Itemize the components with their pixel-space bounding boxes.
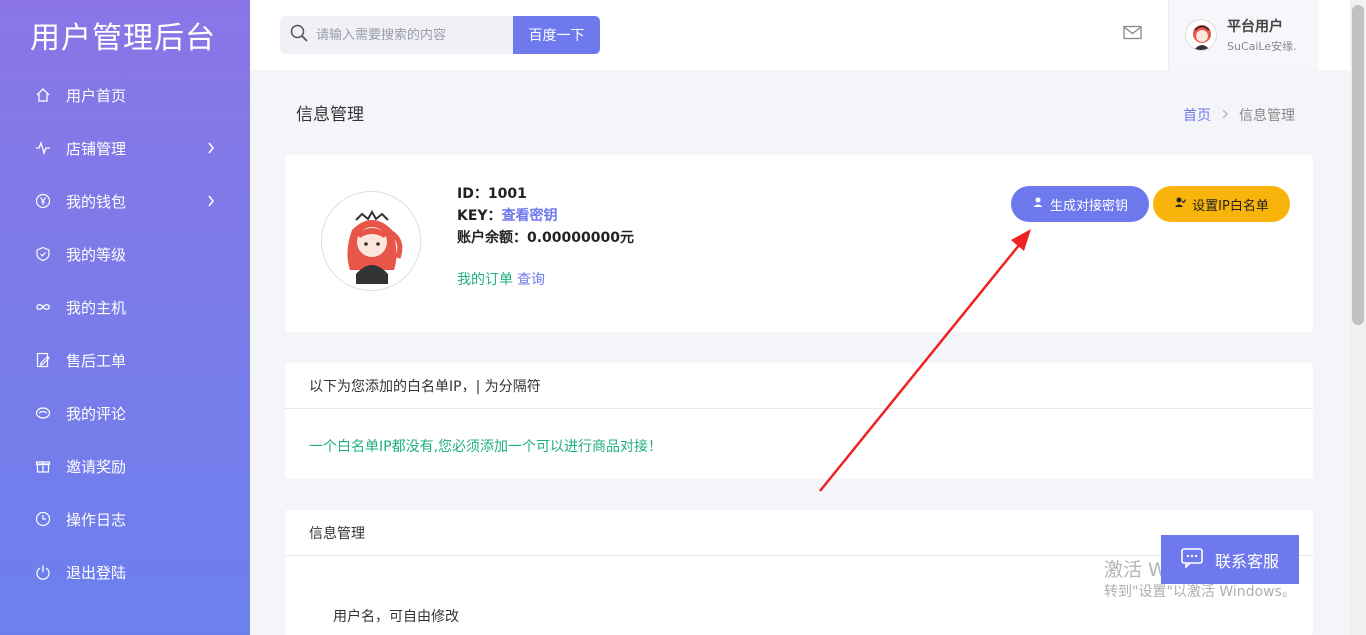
mail-icon[interactable] [1123, 25, 1143, 41]
sidebar-item-home[interactable]: 用户首页 [0, 75, 250, 115]
pulse-icon [34, 139, 52, 157]
infinity-icon [34, 298, 52, 316]
contact-support-label: 联系客服 [1214, 551, 1279, 571]
user-name: 平台用户 [1227, 19, 1283, 35]
sidebar-item-logout[interactable]: 退出登陆 [0, 552, 250, 592]
search-input[interactable] [316, 27, 496, 43]
edit-doc-icon [34, 351, 52, 369]
sidebar-item-label: 我的评论 [66, 404, 127, 423]
yen-icon [34, 192, 52, 210]
sidebar-item-label: 售后工单 [66, 351, 127, 370]
my-orders-link[interactable]: 我的订单 [457, 272, 513, 288]
scrollbar[interactable] [1350, 0, 1366, 635]
sidebar-item-level[interactable]: 我的等级 [0, 234, 250, 274]
whitelist-empty-notice: 一个白名单IP都没有,您必须添加一个可以进行商品对接！ [309, 439, 663, 455]
search-bar: 百度一下 [280, 16, 600, 54]
generate-key-label: 生成对接密钥 [1049, 198, 1128, 214]
set-ip-whitelist-button[interactable]: 设置IP白名单 [1153, 186, 1290, 222]
top-header: 百度一下 平台用户 SuCaiLe安缘. [250, 0, 1350, 70]
chevron-right-icon [205, 195, 217, 207]
page-title: 信息管理 [296, 105, 364, 125]
view-key-link[interactable]: 查看密钥 [502, 208, 558, 224]
set-ip-whitelist-label: 设置IP白名单 [1192, 198, 1269, 214]
sidebar-item-label: 我的钱包 [66, 192, 127, 211]
clock-icon [34, 510, 52, 528]
sidebar-item-comments[interactable]: 我的评论 [0, 393, 250, 433]
shield-icon [34, 245, 52, 263]
sidebar-item-logs[interactable]: 操作日志 [0, 499, 250, 539]
sidebar-item-wallet[interactable]: 我的钱包 [0, 181, 250, 221]
breadcrumb-home[interactable]: 首页 [1183, 105, 1211, 125]
username-field-label: 用户名，可自由修改 [333, 609, 459, 625]
sidebar-item-shop[interactable]: 店铺管理 [0, 128, 250, 168]
breadcrumb-separator [1221, 107, 1229, 123]
account-info: ID：1001 KEY：查看密钥 账户余额：0.00000000元 [457, 183, 634, 249]
sidebar-item-label: 店铺管理 [66, 139, 127, 158]
chat-icon [1181, 547, 1203, 572]
breadcrumb: 首页 信息管理 [1183, 105, 1295, 125]
sidebar-item-host[interactable]: 我的主机 [0, 287, 250, 327]
sidebar-item-tickets[interactable]: 售后工单 [0, 340, 250, 380]
sidebar-item-label: 用户首页 [66, 86, 127, 105]
gift-icon [34, 457, 52, 475]
brand-title: 用户管理后台 [30, 21, 216, 56]
power-icon [34, 563, 52, 581]
sidebar-item-label: 我的主机 [66, 298, 127, 317]
home-icon [34, 86, 52, 104]
search-icon [290, 24, 308, 46]
user-icon [1032, 196, 1044, 212]
profile-avatar [321, 191, 421, 291]
key-label: KEY： [457, 208, 502, 224]
contact-support-button[interactable]: 联系客服 [1161, 535, 1299, 584]
search-field[interactable] [280, 16, 513, 54]
sidebar-item-label: 操作日志 [66, 510, 127, 529]
scrollbar-thumb[interactable] [1352, 5, 1364, 325]
sidebar: 用户管理后台 用户首页 店铺管理 我的钱包 我的等级 我的主机 售后工单 我的评… [0, 0, 250, 635]
sidebar-item-label: 邀请奖励 [66, 457, 127, 476]
balance-value: 0.00000000元 [527, 230, 634, 246]
comment-icon [34, 404, 52, 422]
sidebar-item-label: 我的等级 [66, 245, 127, 264]
profile-card: ID：1001 KEY：查看密钥 账户余额：0.00000000元 我的订单 查询… [285, 155, 1313, 332]
orders-row: 我的订单 查询 [457, 269, 545, 289]
id-label: ID： [457, 186, 488, 202]
user-profile-menu[interactable]: 平台用户 SuCaiLe安缘. [1168, 0, 1318, 70]
orders-query-link[interactable]: 查询 [517, 272, 545, 288]
balance-label: 账户余额： [457, 230, 527, 246]
user-check-icon [1174, 196, 1187, 212]
info-management-header: 信息管理 [285, 510, 1313, 556]
breadcrumb-current: 信息管理 [1239, 108, 1295, 124]
whitelist-card: 以下为您添加的白名单IP，| 为分隔符 一个白名单IP都没有,您必须添加一个可以… [285, 363, 1313, 479]
sidebar-item-invite[interactable]: 邀请奖励 [0, 446, 250, 486]
id-value: 1001 [487, 186, 527, 202]
chevron-right-icon [205, 142, 217, 154]
avatar [1185, 19, 1217, 51]
windows-activation-hint: 转到"设置"以激活 Windows。 [1104, 584, 1296, 600]
whitelist-header: 以下为您添加的白名单IP，| 为分隔符 [285, 363, 1313, 409]
user-subtitle: SuCaiLe安缘. [1227, 40, 1297, 53]
generate-key-button[interactable]: 生成对接密钥 [1011, 186, 1149, 222]
sidebar-item-label: 退出登陆 [66, 563, 127, 582]
search-button[interactable]: 百度一下 [513, 16, 600, 54]
